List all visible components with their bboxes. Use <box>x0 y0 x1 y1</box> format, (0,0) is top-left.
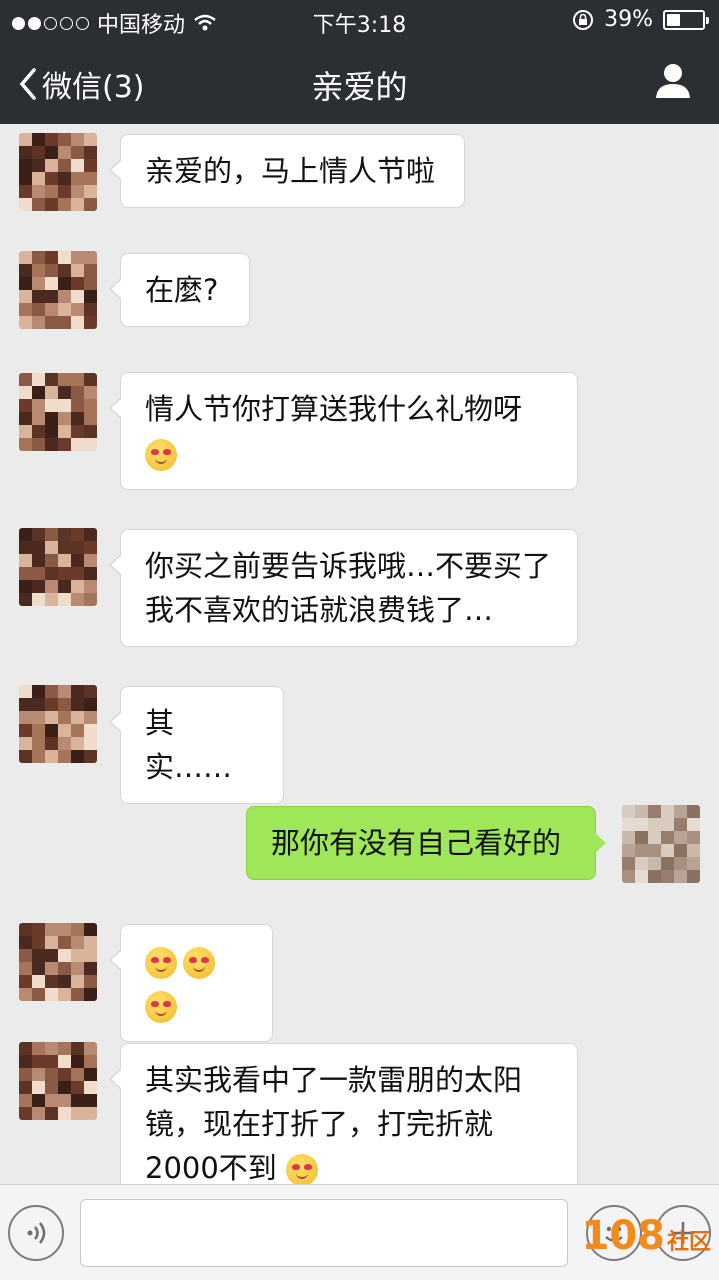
back-label: 微信(3) <box>42 70 145 105</box>
voice-icon <box>27 1222 46 1244</box>
message-text: 在麼? <box>145 273 219 307</box>
self-avatar[interactable] <box>622 805 700 883</box>
contact-avatar[interactable] <box>19 1042 97 1120</box>
wifi-icon <box>194 14 216 31</box>
emoji-icon <box>605 1226 623 1242</box>
heart-eyes-emoji-icon <box>145 991 177 1023</box>
nav-bar: 微信(3) 亲爱的 <box>0 40 719 124</box>
message-bubble[interactable]: 亲爱的，马上情人节啦 <box>109 134 465 208</box>
carrier-label: 中国移动 <box>97 13 186 38</box>
contact-avatar[interactable] <box>19 923 97 1001</box>
heart-eyes-emoji-icon <box>145 947 177 979</box>
plus-icon <box>672 1222 694 1244</box>
contact-avatar[interactable] <box>19 685 97 763</box>
heart-eyes-emoji-icon <box>183 947 215 979</box>
status-bar: 中国移动 下午3:18 39% <box>0 0 719 40</box>
message-bubble[interactable]: 其实我看中了一款雷朋的太阳镜，现在打折了，打完折就2000不到 <box>109 1043 578 1184</box>
rotation-lock-icon <box>573 9 594 30</box>
message-bubble[interactable]: 在麼? <box>109 253 250 327</box>
heart-eyes-emoji-icon <box>145 439 177 471</box>
chat-area[interactable]: 亲爱的，马上情人节啦 在麼? 情人节你打算送我什么礼物呀 你买之前要告诉我哦…不… <box>0 124 719 1184</box>
message-text: 其实…… <box>145 706 233 784</box>
message-text: 其实我看中了一款雷朋的太阳镜，现在打折了，打完折就2000不到 <box>145 1063 523 1184</box>
profile-button[interactable] <box>653 60 693 100</box>
more-button[interactable] <box>655 1205 711 1261</box>
message-bubble[interactable]: 那你有没有自己看好的 <box>246 806 606 880</box>
contact-avatar[interactable] <box>19 251 97 329</box>
message-bubble[interactable]: 你买之前要告诉我哦…不要买了我不喜欢的话就浪费钱了… <box>109 529 578 647</box>
message-text: 那你有没有自己看好的 <box>271 826 562 860</box>
message-bubble[interactable] <box>109 924 273 1042</box>
message-text: 你买之前要告诉我哦…不要买了我不喜欢的话就浪费钱了… <box>145 549 552 627</box>
battery-percent: 39% <box>604 7 653 32</box>
message-bubble[interactable]: 情人节你打算送我什么礼物呀 <box>109 372 578 490</box>
input-bar: 108 社区 <box>0 1184 719 1280</box>
contact-avatar[interactable] <box>19 528 97 606</box>
person-icon <box>656 64 690 98</box>
chevron-left-icon <box>19 68 36 100</box>
back-button[interactable]: 微信(3) <box>18 62 145 106</box>
voice-button[interactable] <box>8 1205 64 1261</box>
contact-avatar[interactable] <box>19 373 97 451</box>
battery-icon <box>663 9 709 30</box>
message-bubble[interactable]: 其实…… <box>109 686 284 804</box>
message-input[interactable] <box>80 1199 568 1267</box>
message-text: 亲爱的，马上情人节啦 <box>145 154 436 188</box>
signal-strength-icon <box>12 16 89 30</box>
contact-avatar[interactable] <box>19 133 97 211</box>
emoji-button[interactable] <box>586 1205 642 1261</box>
message-text: 情人节你打算送我什么礼物呀 <box>145 392 523 426</box>
heart-eyes-emoji-icon <box>286 1154 319 1184</box>
